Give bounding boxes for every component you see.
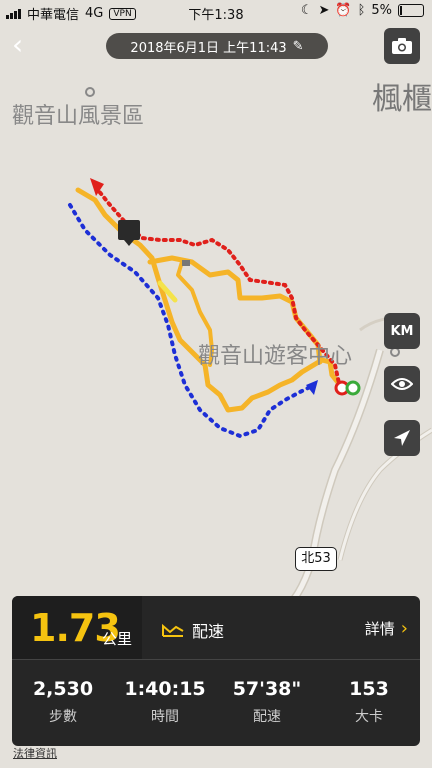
eye-button[interactable]	[384, 366, 420, 402]
stat-value: 153	[349, 678, 389, 700]
small-marker	[182, 260, 190, 266]
route-line	[75, 187, 343, 413]
stat-pace: 57'38" 配速	[216, 678, 318, 726]
panel-divider	[12, 659, 420, 660]
map-label-visitor-center: 觀音山遊客中心	[198, 344, 353, 369]
location-icon: ➤	[318, 3, 330, 18]
stats-row: 2,530 步數 1:40:15 時間 57'38" 配速 153 大卡	[12, 678, 420, 726]
moon-icon: ☾	[300, 3, 313, 18]
map-label-top-right: 楓櫃	[372, 82, 432, 117]
blue-dotted-trail	[68, 203, 314, 439]
map-poi-dot	[390, 347, 400, 357]
navigation-arrow-icon	[394, 430, 410, 446]
stat-label: 步數	[49, 709, 77, 725]
stat-label: 時間	[151, 709, 179, 725]
map-poi-dot	[85, 87, 95, 97]
camera-icon	[392, 38, 412, 54]
pace-chart-icon	[162, 623, 184, 637]
bluetooth-icon: ᛒ	[357, 3, 366, 18]
stat-calories: 153 大卡	[318, 678, 420, 726]
map-label-area: 觀音山風景區	[12, 104, 145, 129]
details-link[interactable]: 詳情 ›	[365, 618, 408, 639]
battery-percent: 5%	[371, 3, 392, 18]
battery-icon	[398, 4, 424, 17]
back-chevron-icon[interactable]: ‹	[12, 31, 36, 60]
details-label: 詳情	[364, 620, 395, 638]
stat-time: 1:40:15 時間	[114, 678, 216, 726]
date-time-pill[interactable]: 2018年6月1日 上午11:43 ✎	[106, 33, 328, 59]
date-time-label: 2018年6月1日 上午11:43	[130, 40, 287, 56]
distance-area: 1.73 公里	[12, 596, 142, 659]
status-bar: 中華電信 4G VPN 下午1:38 ☾ ➤ ⏰ ᛒ 5%	[0, 0, 432, 24]
stat-value: 2,530	[32, 678, 94, 700]
stat-steps: 2,530 步數	[12, 678, 114, 726]
camera-button[interactable]	[384, 28, 420, 64]
pace-tab[interactable]: 配速	[162, 618, 224, 642]
legal-info-link[interactable]: 法律資訊	[13, 745, 57, 761]
road-badge: 北53	[295, 547, 337, 571]
distance-unit: 公里	[102, 630, 133, 648]
summary-panel: 1.73 公里 配速 詳情 › 2,530 步數 1:40:15 時間 57'3…	[12, 596, 420, 746]
edit-pencil-icon: ✎	[292, 38, 304, 54]
navigate-button[interactable]	[384, 420, 420, 456]
stat-value: 1:40:15	[124, 678, 206, 700]
alarm-icon: ⏰	[335, 3, 352, 18]
pace-tab-label: 配速	[192, 622, 225, 641]
stat-value: 57'38"	[232, 678, 302, 700]
stat-label: 大卡	[355, 709, 383, 725]
photo-pin-marker	[118, 220, 140, 240]
photo-pin-tail	[124, 240, 134, 246]
km-toggle-button[interactable]: KM	[384, 313, 420, 349]
stat-label: 配速	[253, 709, 281, 725]
eye-icon	[391, 378, 413, 390]
start-marker	[345, 380, 361, 396]
chevron-right-icon: ›	[400, 618, 408, 639]
